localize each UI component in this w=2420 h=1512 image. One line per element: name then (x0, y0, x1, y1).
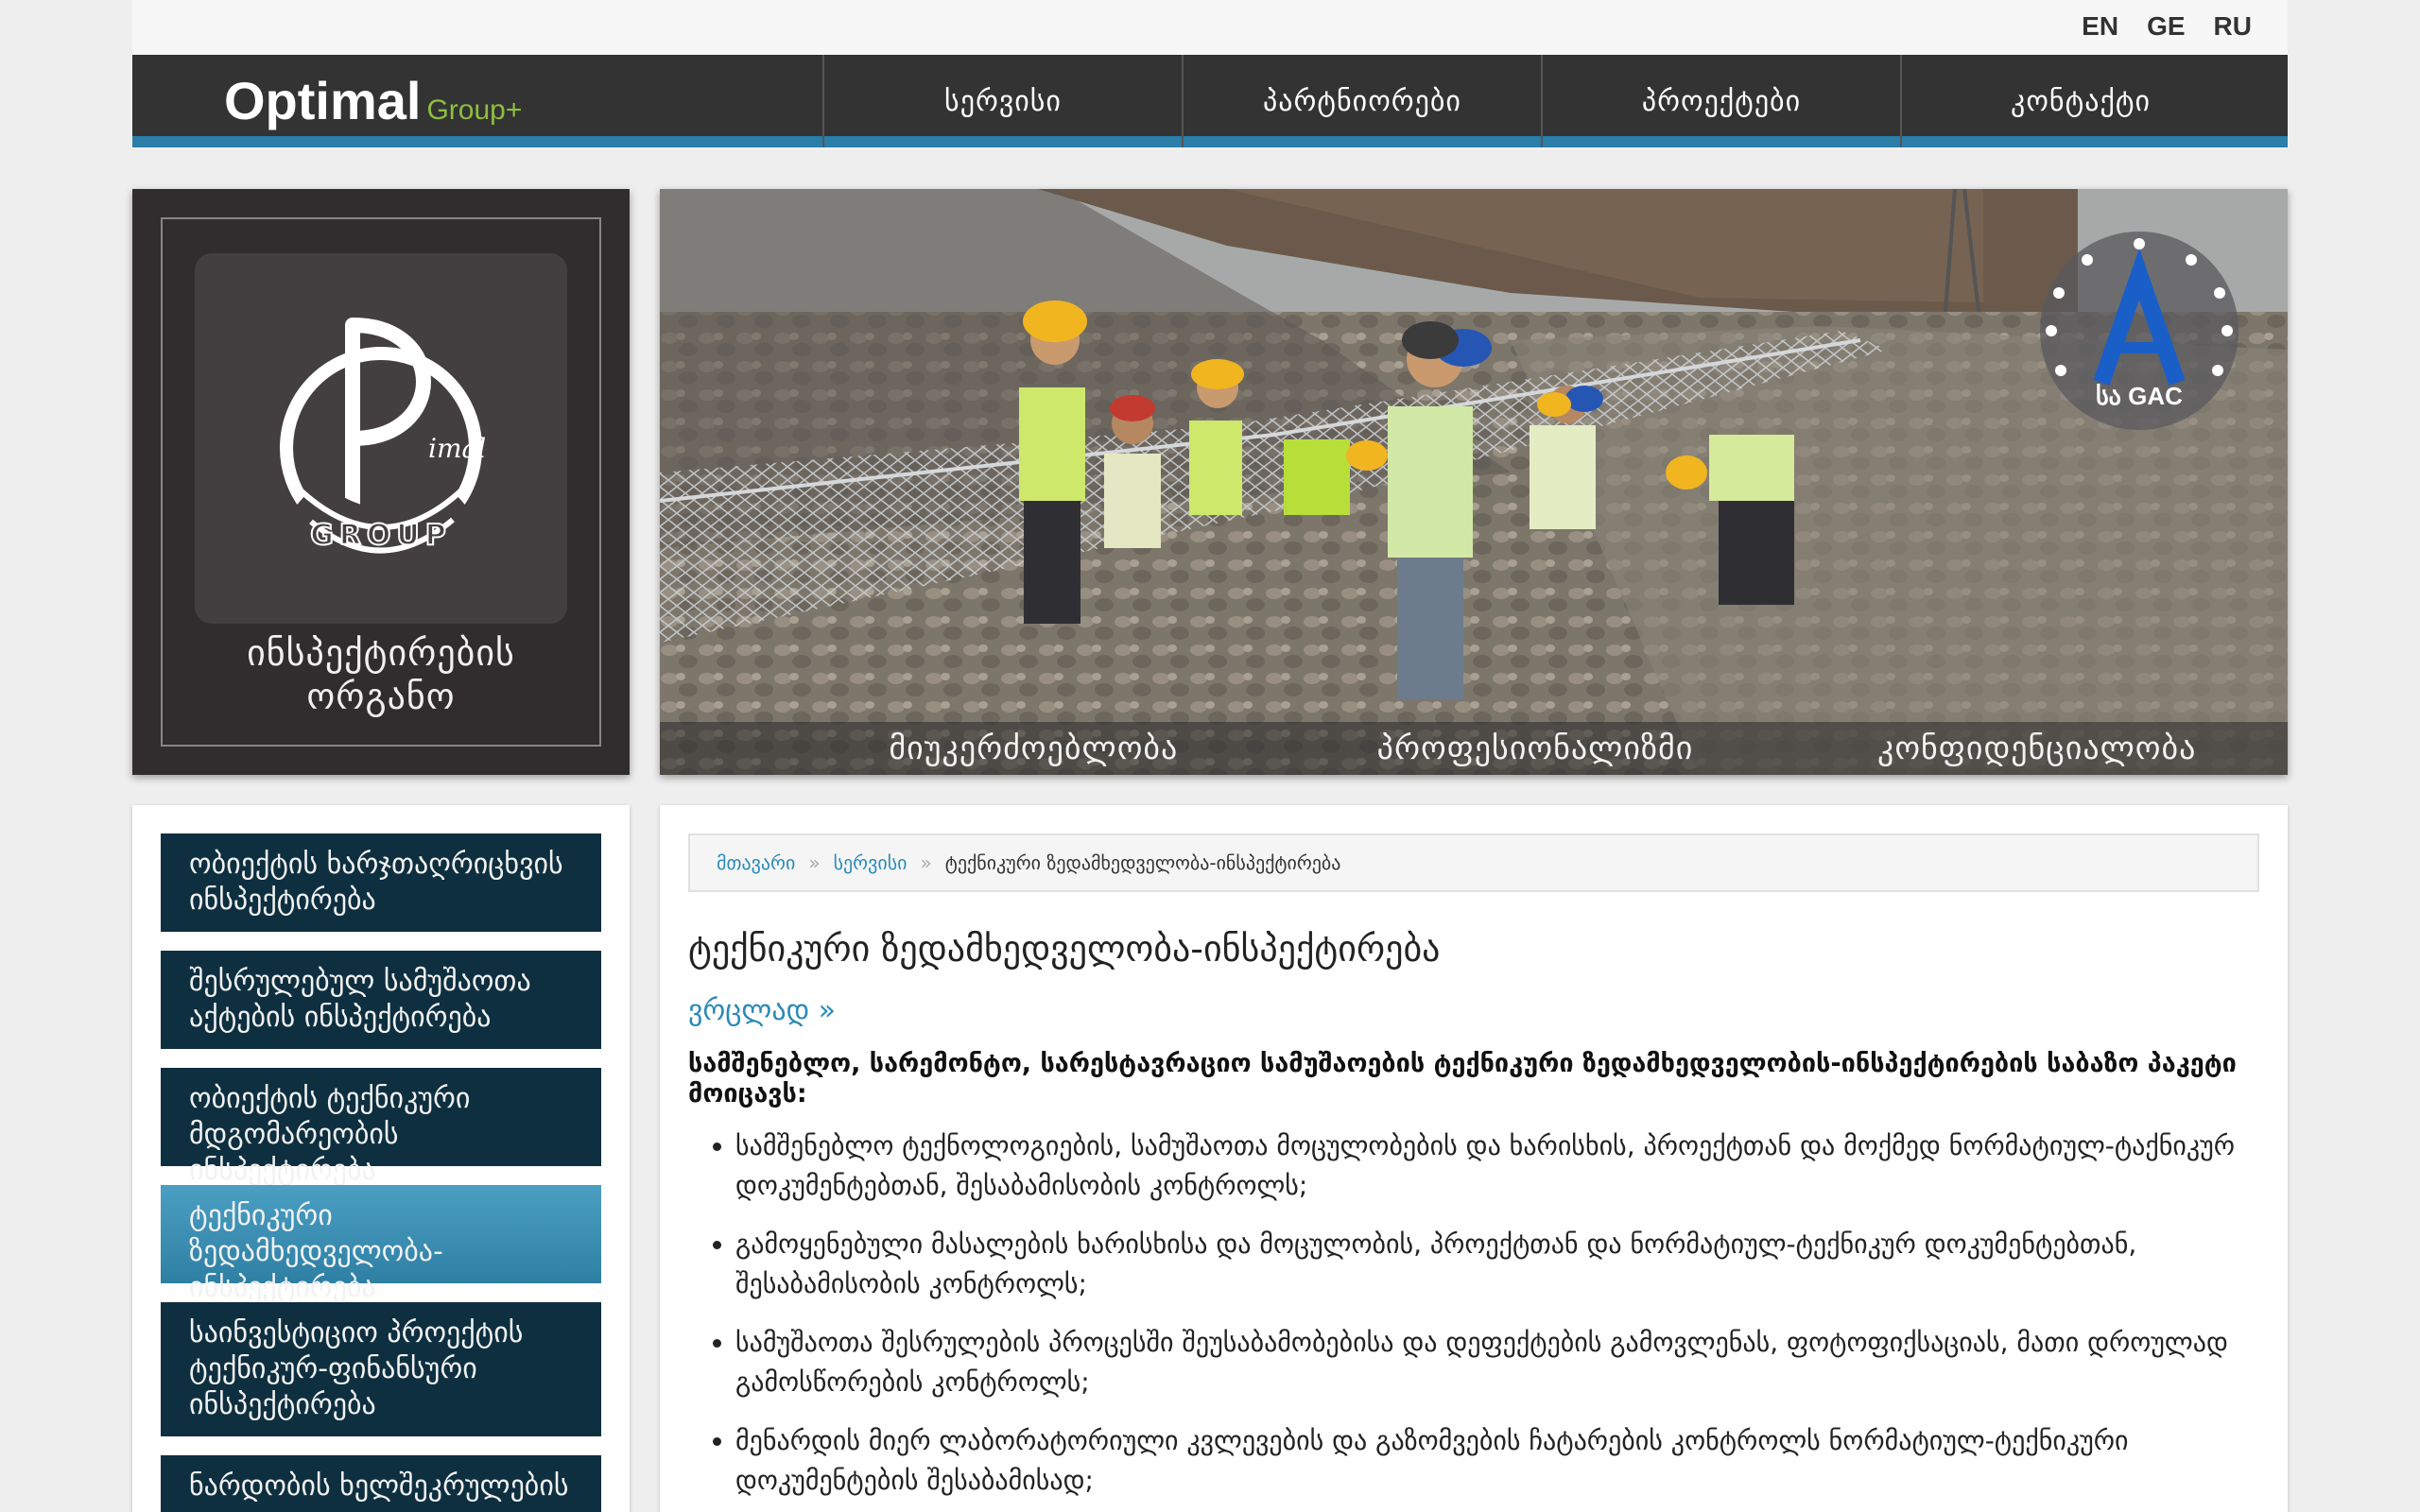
sidebar-item-investment-project-inspection[interactable]: საინვესტიციო პროექტის ტექნიკურ-ფინანსური… (161, 1302, 601, 1436)
intro-paragraph: სამშენებლო, სარემონტო, სარესტავრაციო სამ… (688, 1049, 2237, 1108)
caption-line-2: ორგანო (306, 676, 456, 717)
svg-text:GROUP: GROUP (310, 519, 452, 552)
sidebar-item-technical-condition-inspection[interactable]: ობიექტის ტექნიკური მდგომარეობის ინსპექტი… (161, 1068, 601, 1187)
nav-projects[interactable]: პროექტები (1541, 55, 1900, 147)
card-caption: ინსპექტირების ორგანო (163, 631, 599, 718)
lang-en[interactable]: EN (2082, 11, 2118, 42)
caption-professionalism: პროფესიონალიზმი (1376, 730, 1694, 767)
nav-contact[interactable]: კონტაქტი (1900, 55, 2259, 147)
sidebar-item-completed-works-inspection[interactable]: შესრულებულ სამუშაოთა აქტების ინსპექტირებ… (161, 951, 601, 1049)
site-logo[interactable]: Optimal Group+ (224, 70, 522, 131)
inspection-body-card: GROUP imal ინსპექტირების ორგანო (132, 189, 630, 775)
page-title: ტექნიკური ზედამხედველობა-ინსპექტირება (688, 928, 1441, 970)
service-sidebar: ობიექტის ხარჯთაღრიცხვის ინსპექტირება შეს… (132, 805, 630, 1512)
caption-line-1: ინსპექტირების (247, 632, 515, 674)
caption-impartiality: მიუკერძოებლობა (889, 730, 1179, 767)
sidebar-item-cost-estimate-inspection[interactable]: ობიექტის ხარჯთაღრიცხვის ინსპექტირება (161, 833, 601, 932)
read-more-link[interactable]: ვრცლად » (688, 994, 836, 1027)
breadcrumb-service[interactable]: სერვისი (834, 851, 908, 874)
sidebar-item-contract-inspection[interactable]: ნარდობის ხელშეკრულების (161, 1455, 601, 1512)
breadcrumb-separator: » (808, 851, 821, 874)
hero-banner: სა GAC მიუკერძოებლობა პროფესიონალიზმი კო… (660, 189, 2288, 775)
brand-name: Optimal (224, 71, 422, 130)
caption-confidentiality: კონფიდენციალობა (1876, 730, 2197, 767)
language-switcher: EN GE RU (2082, 11, 2252, 42)
svg-text:imal: imal (428, 433, 486, 464)
breadcrumb-current: ტექნიკური ზედამხედველობა-ინსპექტირება (944, 851, 1341, 874)
brand-suffix: Group+ (426, 94, 523, 126)
lang-ru[interactable]: RU (2214, 11, 2252, 42)
badge-text: სა GAC (2096, 382, 2183, 410)
optimal-group-emblem: GROUP imal (195, 253, 567, 624)
list-item: სამშენებლო ტექნოლოგიების, სამუშაოთა მოცუ… (735, 1126, 2257, 1206)
sidebar-item-technical-supervision[interactable]: ტექნიკური ზედამხედველობა-ინსპექტირება (161, 1185, 601, 1304)
card-frame: GROUP imal ინსპექტირების ორგანო (161, 217, 601, 747)
list-item: გამოყენებული მასალების ხარისხისა და მოცუ… (735, 1225, 2257, 1304)
main-navbar: Optimal Group+ სერვისი პარტნიორები პროექ… (132, 55, 2288, 147)
breadcrumb-home[interactable]: მთავარი (717, 851, 795, 874)
main-menu: სერვისი პარტნიორები პროექტები კონტაქტი (822, 55, 2259, 147)
nav-partners[interactable]: პარტნიორები (1182, 55, 1541, 147)
list-item: მენარდის მიერ ლაბორატორიული კვლევების და… (735, 1421, 2257, 1501)
service-scope-list: სამშენებლო ტექნოლოგიების, სამუშაოთა მოცუ… (735, 1126, 2257, 1512)
accreditation-badge: სა GAC (2040, 232, 2238, 430)
emblem-icon: GROUP imal (280, 318, 486, 554)
lang-ge[interactable]: GE (2147, 11, 2185, 42)
language-bar: EN GE RU (132, 0, 2288, 55)
breadcrumb: მთავარი » სერვისი » ტექნიკური ზედამხედვე… (688, 833, 2259, 892)
hero-caption-bar: მიუკერძოებლობა პროფესიონალიზმი კონფიდენც… (660, 722, 2288, 775)
nav-service[interactable]: სერვისი (822, 55, 1182, 147)
list-item: სამუშაოთა შესრულების პროცესში შეუსაბამობ… (735, 1323, 2257, 1402)
main-content: მთავარი » სერვისი » ტექნიკური ზედამხედვე… (660, 805, 2288, 1512)
breadcrumb-separator: » (920, 851, 932, 874)
construction-workers-photo: სა GAC (660, 189, 2288, 775)
